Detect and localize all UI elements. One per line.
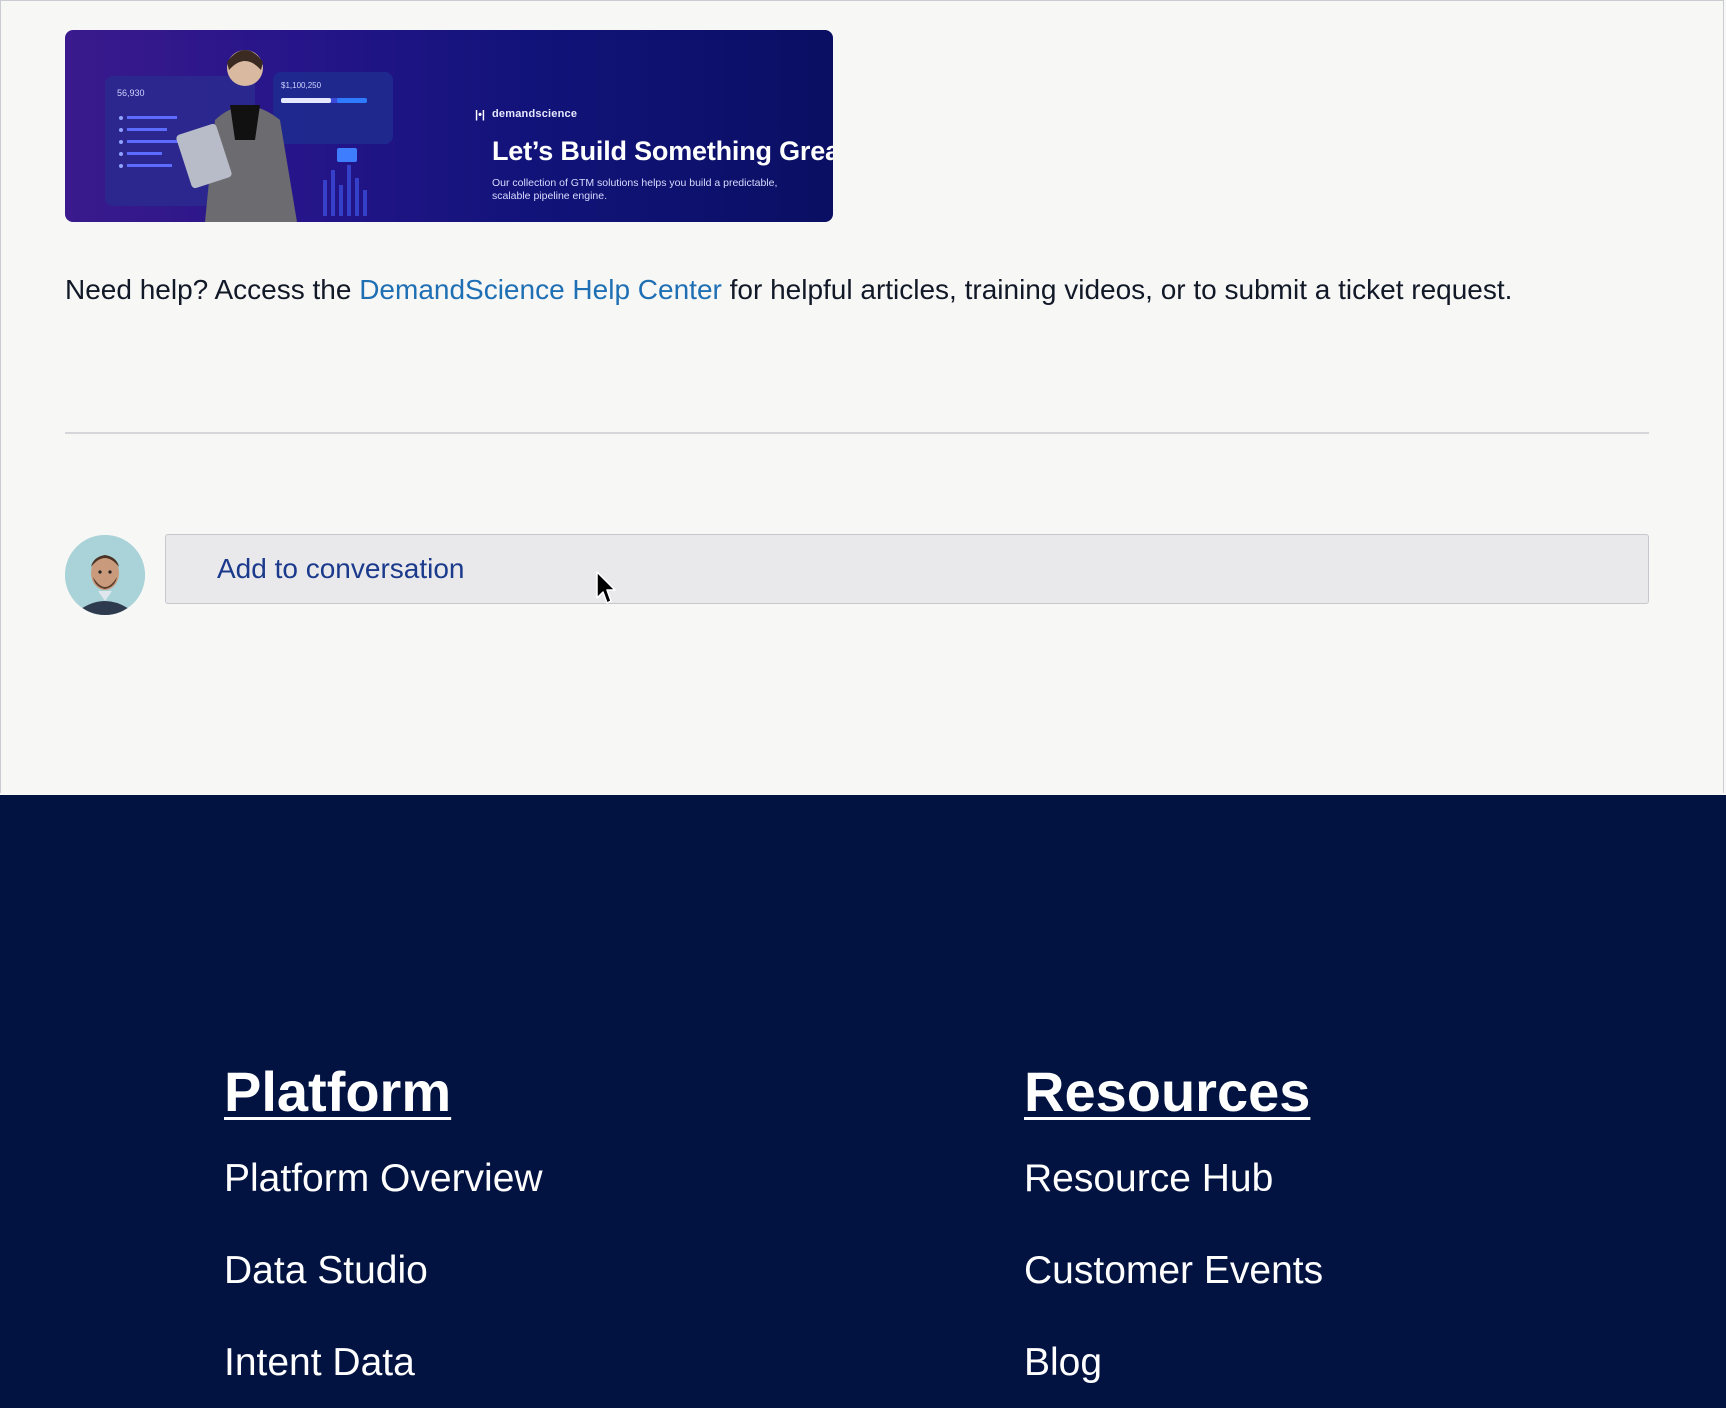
banner-title: Let’s Build Something Great	[492, 136, 833, 166]
article-content: 56,930 $1,100,250 |•| demandscience Let’…	[0, 0, 1724, 793]
banner-subtitle: Our collection of GTM solutions helps yo…	[492, 177, 778, 202]
section-divider	[65, 432, 1649, 434]
footer-link-blog[interactable]: Blog	[1024, 1340, 1323, 1386]
footer-heading-resources[interactable]: Resources	[1024, 1060, 1310, 1124]
footer-heading-platform[interactable]: Platform	[224, 1060, 451, 1124]
user-avatar-icon	[65, 535, 145, 615]
footer-column-resources: Resources Resource Hub Customer Events B…	[1024, 1060, 1323, 1386]
site-footer: Platform Platform Overview Data Studio I…	[0, 795, 1726, 1408]
footer-link-intent-data[interactable]: Intent Data	[224, 1340, 543, 1386]
footer-link-data-studio[interactable]: Data Studio	[224, 1248, 543, 1294]
mouse-pointer-icon	[596, 571, 616, 604]
dashboard-stat-2: $1,100,250	[281, 81, 322, 90]
dashboard-stat-1: 56,930	[117, 88, 145, 98]
footer-link-platform-overview[interactable]: Platform Overview	[224, 1156, 543, 1202]
conversation-placeholder: Add to conversation	[217, 553, 465, 584]
promo-banner[interactable]: 56,930 $1,100,250 |•| demandscience Let’…	[65, 30, 833, 222]
add-to-conversation-input[interactable]: Add to conversation	[165, 534, 1649, 604]
footer-link-customer-events[interactable]: Customer Events	[1024, 1248, 1323, 1294]
help-center-link[interactable]: DemandScience Help Center	[359, 274, 722, 305]
footer-links-resources: Resource Hub Customer Events Blog	[1024, 1156, 1323, 1386]
brand-logo-icon: |•|	[475, 109, 486, 121]
help-paragraph: Need help? Access the DemandScience Help…	[65, 266, 1525, 314]
avatar	[65, 535, 145, 615]
help-text-before: Need help? Access the	[65, 274, 360, 305]
footer-links-platform: Platform Overview Data Studio Intent Dat…	[224, 1156, 543, 1386]
banner-brand: demandscience	[492, 108, 578, 120]
footer-link-resource-hub[interactable]: Resource Hub	[1024, 1156, 1323, 1202]
footer-column-platform: Platform Platform Overview Data Studio I…	[224, 1060, 543, 1386]
help-text-after: for helpful articles, training videos, o…	[721, 274, 1513, 305]
